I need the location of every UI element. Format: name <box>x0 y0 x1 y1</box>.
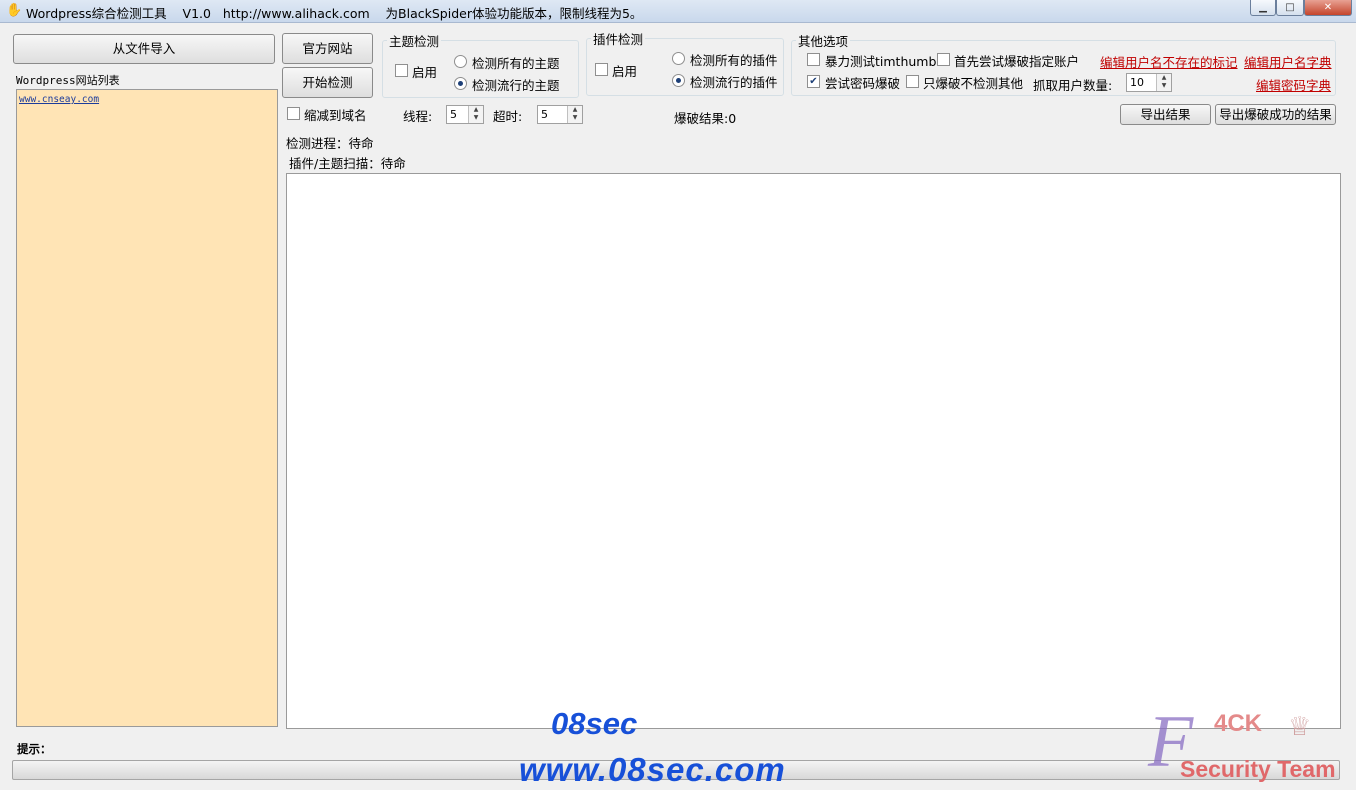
fetch-users-value: 10 <box>1130 76 1144 89</box>
try-password-label: 尝试密码爆破 <box>825 76 901 91</box>
scan-status: 插件/主题扫描：待命 <box>289 156 406 171</box>
threads-spinner[interactable]: 5 ▲ ▼ <box>446 105 484 124</box>
fetch-users-label: 抓取用户数量: <box>1033 78 1113 93</box>
theme-group-title: 主题检测 <box>387 31 442 50</box>
edit-password-dict-link[interactable]: 编辑密码字典 <box>1256 75 1331 94</box>
team-logo-top: 4CK <box>1214 710 1263 737</box>
threads-label: 线程: <box>403 109 433 124</box>
results-output-area[interactable] <box>286 173 1341 729</box>
theme-all-radio[interactable] <box>454 55 467 68</box>
progress-status: 检测进程：待命 <box>286 136 374 151</box>
plugin-popular-label: 检测流行的插件 <box>690 75 778 90</box>
edit-nonexistent-marker-link[interactable]: 编辑用户名不存在的标记 <box>1100 52 1238 71</box>
plugin-all-radio[interactable] <box>672 52 685 65</box>
site-list-label: Wordpress网站列表 <box>16 74 120 87</box>
app-hand-icon: ✋ <box>6 3 23 18</box>
plugin-group-title: 插件检测 <box>591 29 646 48</box>
timthumb-checkbox[interactable] <box>807 53 820 66</box>
threads-value: 5 <box>450 108 457 121</box>
watermark-08sec: 08sec <box>551 706 638 741</box>
plugin-popular-radio[interactable] <box>672 74 685 87</box>
export-success-results-button[interactable]: 导出爆破成功的结果 <box>1215 104 1336 125</box>
theme-popular-label: 检测流行的主题 <box>472 78 560 93</box>
timeout-label: 超时: <box>493 109 523 124</box>
start-detection-button[interactable]: 开始检测 <box>282 67 373 98</box>
other-group-title: 其他选项 <box>796 31 851 50</box>
spinner-arrows-icon[interactable]: ▲ ▼ <box>468 106 483 123</box>
team-logo: F 4CK ♕ Security Team <box>1148 701 1348 788</box>
maximize-button[interactable]: □ <box>1276 0 1304 16</box>
shrink-domain-checkbox[interactable] <box>287 107 300 120</box>
chef-hat-icon: ♕ <box>1288 712 1312 742</box>
timeout-value: 5 <box>541 108 548 121</box>
plugin-enable-checkbox[interactable] <box>595 63 608 76</box>
theme-popular-radio[interactable] <box>454 77 467 90</box>
site-list[interactable]: www.cnseay.com <box>16 89 278 727</box>
only-brute-checkbox[interactable] <box>906 75 919 88</box>
spinner-arrows-icon[interactable]: ▲ ▼ <box>567 106 582 123</box>
site-list-item[interactable]: www.cnseay.com <box>19 94 99 105</box>
close-button[interactable]: ✕ <box>1304 0 1352 16</box>
team-logo-bottom: Security Team <box>1180 756 1336 782</box>
import-from-file-button[interactable]: 从文件导入 <box>13 34 275 64</box>
export-results-button[interactable]: 导出结果 <box>1120 104 1211 125</box>
edit-username-dict-link[interactable]: 编辑用户名字典 <box>1244 52 1332 71</box>
timeout-spinner[interactable]: 5 ▲ ▼ <box>537 105 583 124</box>
plugin-all-label: 检测所有的插件 <box>690 53 778 68</box>
first-account-checkbox[interactable] <box>937 53 950 66</box>
watermark-url: www.08sec.com <box>519 751 786 788</box>
timthumb-label: 暴力测试timthumb <box>825 54 937 69</box>
plugin-enable-label: 启用 <box>612 64 638 79</box>
fetch-users-spinner[interactable]: 10 ▲ ▼ <box>1126 73 1172 92</box>
title-bar: ✋ Wordpress综合检测工具 V1.0 http://www.alihac… <box>0 0 1356 23</box>
hint-label: 提示： <box>17 742 52 756</box>
theme-enable-label: 启用 <box>412 65 438 80</box>
only-brute-label: 只爆破不检测其他 <box>923 76 1024 91</box>
theme-enable-checkbox[interactable] <box>395 64 408 77</box>
brute-result-text: 爆破结果:0 <box>674 111 737 126</box>
first-account-label: 首先尝试爆破指定账户 <box>954 54 1080 69</box>
window-title: Wordpress综合检测工具 V1.0 http://www.alihack.… <box>26 6 643 21</box>
minimize-button[interactable]: ▁ <box>1250 0 1276 16</box>
official-site-button[interactable]: 官方网站 <box>282 33 373 64</box>
shrink-domain-label: 缩减到域名 <box>304 108 367 123</box>
spinner-arrows-icon[interactable]: ▲ ▼ <box>1156 74 1171 91</box>
theme-all-label: 检测所有的主题 <box>472 56 560 71</box>
try-password-checkbox[interactable]: ✔ <box>807 75 820 88</box>
